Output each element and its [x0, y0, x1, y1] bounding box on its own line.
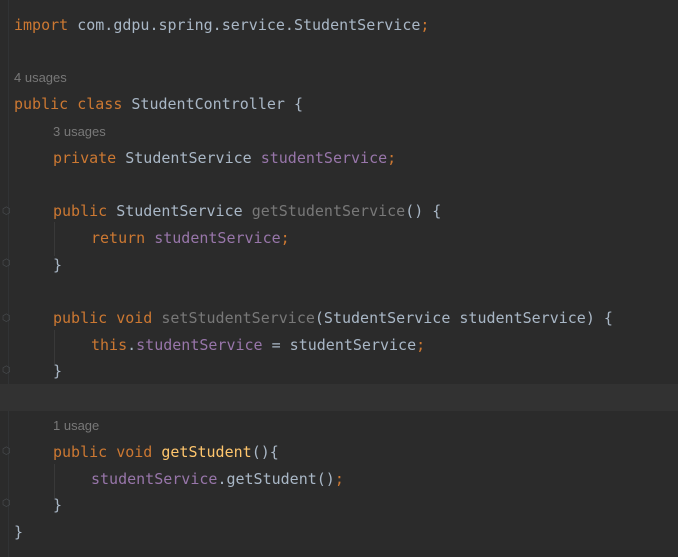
fold-start-icon[interactable]: ⬡ [2, 313, 11, 324]
params: () { [405, 202, 442, 220]
semicolon: ; [420, 16, 430, 34]
code-editor[interactable]: ⬡ ⬡ ⬡ ⬡ ⬡ ⬡ import com.gdpu.spring.servi… [0, 0, 678, 557]
params: (){ [251, 443, 279, 461]
indent-guide [54, 222, 55, 256]
fold-end-icon[interactable]: ⬡ [2, 258, 11, 269]
fold-end-icon[interactable]: ⬡ [2, 365, 11, 376]
method-name: getStudent [161, 443, 252, 461]
code-line-setter-body[interactable]: this.studentService = studentService; [91, 332, 425, 358]
keyword: public [53, 309, 108, 327]
import-path: com.gdpu.spring.service.StudentService [68, 16, 421, 34]
semicolon: ; [387, 149, 397, 167]
code-line-method-body[interactable]: studentService.getStudent(); [91, 466, 344, 492]
semicolon: ; [280, 229, 290, 247]
keyword: void [107, 309, 162, 327]
code-line-setter-decl[interactable]: public void setStudentService(StudentSer… [53, 305, 613, 331]
keyword: void [107, 443, 162, 461]
class-name: StudentController { [122, 95, 303, 113]
usages-hint[interactable]: 1 usage [53, 416, 99, 436]
keyword: public [53, 202, 108, 220]
dot: . [127, 336, 137, 354]
usages-hint[interactable]: 4 usages [14, 68, 67, 88]
params: (StudentService studentService) { [314, 309, 613, 327]
keyword: public [53, 443, 108, 461]
fold-end-icon[interactable]: ⬡ [2, 498, 11, 509]
keyword: this [91, 336, 128, 354]
code-line-getter-close[interactable]: } [53, 252, 62, 278]
field-name: studentService [136, 336, 263, 354]
keyword: import [14, 16, 69, 34]
fold-start-icon[interactable]: ⬡ [2, 446, 11, 457]
semicolon: ; [416, 336, 426, 354]
field-name: studentService [91, 470, 218, 488]
keyword: public [14, 95, 69, 113]
code-line-field-decl[interactable]: private StudentService studentService; [53, 145, 396, 171]
method-call: .getStudent() [217, 470, 335, 488]
method-name: setStudentService [161, 309, 315, 327]
keyword: return [91, 229, 146, 247]
field-name: studentService [260, 149, 388, 167]
code-line-class-close[interactable]: } [14, 519, 23, 545]
assignment: = studentService [262, 336, 417, 354]
type-name: StudentService [116, 149, 261, 167]
current-line-highlight [0, 384, 678, 411]
code-line-method-close[interactable]: } [53, 492, 62, 518]
code-line-class-decl[interactable]: public class StudentController { [14, 91, 303, 117]
semicolon: ; [334, 470, 344, 488]
code-line-method-decl[interactable]: public void getStudent(){ [53, 439, 279, 465]
type-name: StudentService [107, 202, 252, 220]
keyword: class [68, 95, 123, 113]
code-line-setter-close[interactable]: } [53, 358, 62, 384]
usages-hint[interactable]: 3 usages [53, 122, 106, 142]
code-line-import[interactable]: import com.gdpu.spring.service.StudentSe… [14, 12, 429, 38]
code-line-getter-body[interactable]: return studentService; [91, 225, 290, 251]
keyword: private [53, 149, 117, 167]
fold-start-icon[interactable]: ⬡ [2, 206, 11, 217]
field-name: studentService [145, 229, 281, 247]
editor-gutter [0, 0, 9, 557]
code-line-getter-decl[interactable]: public StudentService getStudentService(… [53, 198, 441, 224]
method-name: getStudentService [251, 202, 406, 220]
